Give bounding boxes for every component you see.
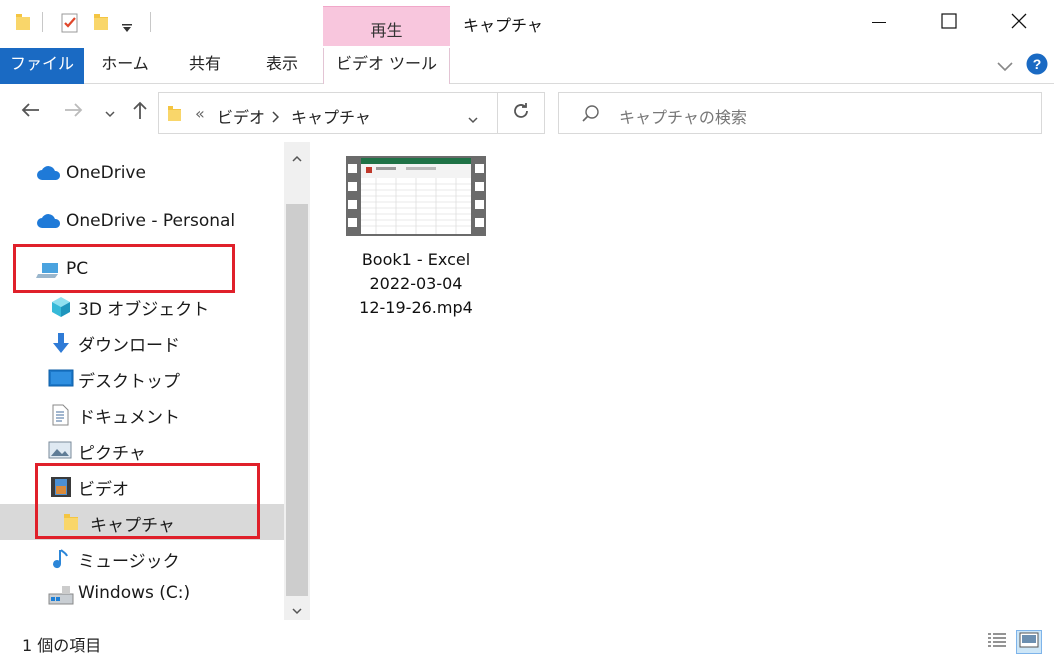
picture-icon bbox=[48, 440, 72, 460]
refresh-button[interactable] bbox=[498, 92, 545, 134]
nav-item-3d-objects[interactable]: 3D オブジェクト bbox=[0, 288, 284, 324]
file-name-line: 2022-03-04 bbox=[369, 274, 463, 293]
nav-item-downloads[interactable]: ダウンロード bbox=[0, 324, 284, 360]
file-name-line: 12-19-26.mp4 bbox=[359, 298, 473, 317]
nav-item-label: OneDrive bbox=[66, 163, 146, 183]
scroll-up-button[interactable] bbox=[284, 144, 310, 170]
file-item[interactable]: Book1 - Excel 2022-03-04 12-19-26.mp4 bbox=[346, 152, 486, 322]
tab-file[interactable]: ファイル bbox=[0, 48, 84, 84]
nav-item-label: ダウンロード bbox=[78, 336, 180, 356]
nav-item-desktop[interactable]: デスクトップ bbox=[0, 360, 284, 396]
nav-item-label: OneDrive - Personal bbox=[66, 211, 236, 231]
up-arrow-icon bbox=[132, 100, 148, 124]
ribbon-tab-bar: ファイル ホーム 共有 表示 ビデオ ツール ? bbox=[0, 46, 1054, 84]
up-button[interactable] bbox=[128, 100, 152, 124]
item-count: 1 個の項目 bbox=[22, 636, 102, 655]
chevron-down-icon bbox=[291, 600, 303, 619]
highlight-box-video-capture bbox=[35, 463, 260, 539]
tab-video-tools[interactable]: ビデオ ツール bbox=[323, 48, 450, 84]
minimize-icon bbox=[872, 14, 886, 33]
expand-ribbon-icon[interactable] bbox=[996, 58, 1014, 77]
highlight-box-pc bbox=[13, 244, 235, 293]
tab-share[interactable]: 共有 bbox=[172, 48, 238, 84]
file-list-area: Book1 - Excel 2022-03-04 12-19-26.mp4 bbox=[312, 142, 1054, 620]
nav-item-label: ピクチャ bbox=[78, 444, 146, 464]
title-bar: 再生 キャプチャ bbox=[0, 0, 1054, 46]
video-thumbnail-icon bbox=[346, 156, 486, 236]
qat-separator bbox=[42, 12, 43, 32]
nav-item-documents[interactable]: ドキュメント bbox=[0, 396, 284, 432]
context-tab-group-label: 再生 bbox=[370, 21, 403, 40]
scroll-down-button[interactable] bbox=[284, 596, 310, 622]
forward-arrow-icon bbox=[64, 102, 84, 122]
cloud-icon bbox=[36, 212, 61, 232]
address-bar[interactable]: « ビデオ キャプチャ bbox=[158, 92, 498, 134]
nav-item-label: 3D オブジェクト bbox=[78, 300, 210, 320]
customize-qat-icon[interactable] bbox=[121, 18, 133, 37]
breadcrumb-item-capture[interactable]: キャプチャ bbox=[291, 104, 371, 128]
help-icon[interactable]: ? bbox=[1026, 53, 1048, 79]
status-bar: 1 個の項目 bbox=[0, 620, 1054, 660]
folder-icon bbox=[167, 104, 183, 126]
nav-item-onedrive-personal[interactable]: OneDrive - Personal bbox=[0, 204, 284, 240]
drive-icon bbox=[48, 584, 74, 605]
breadcrumb-item-video[interactable]: ビデオ bbox=[217, 104, 265, 128]
chevron-down-icon bbox=[104, 103, 116, 122]
nav-item-label: ドキュメント bbox=[78, 408, 180, 428]
file-name: Book1 - Excel 2022-03-04 12-19-26.mp4 bbox=[336, 248, 496, 320]
nav-item-label: Windows (C:) bbox=[78, 583, 191, 603]
chevron-right-icon[interactable] bbox=[271, 108, 280, 127]
large-icons-view-button[interactable] bbox=[1016, 630, 1042, 654]
close-icon bbox=[1011, 13, 1027, 33]
properties-check-icon[interactable] bbox=[60, 12, 80, 38]
search-input[interactable]: キャプチャの検索 bbox=[558, 92, 1042, 134]
forward-button[interactable] bbox=[62, 100, 86, 124]
address-row: « ビデオ キャプチャ キャプチャの検索 bbox=[0, 84, 1054, 142]
close-button[interactable] bbox=[984, 0, 1054, 46]
svg-text:?: ? bbox=[1033, 56, 1042, 72]
refresh-icon bbox=[512, 102, 530, 124]
new-folder-icon[interactable] bbox=[92, 12, 110, 36]
back-button[interactable] bbox=[18, 100, 42, 124]
context-tab-group-header: 再生 bbox=[323, 6, 450, 46]
tab-view[interactable]: 表示 bbox=[250, 48, 314, 84]
nav-scrollbar[interactable] bbox=[284, 142, 310, 620]
desktop-icon bbox=[48, 368, 74, 388]
navigation-pane: OneDrive OneDrive - Personal PC 3D オブジェク… bbox=[0, 142, 312, 620]
cloud-icon bbox=[36, 164, 61, 184]
nav-item-onedrive[interactable]: OneDrive bbox=[0, 156, 284, 192]
chevron-up-icon bbox=[291, 148, 303, 167]
maximize-icon bbox=[941, 13, 957, 33]
search-placeholder: キャプチャの検索 bbox=[619, 108, 747, 127]
back-arrow-icon bbox=[20, 102, 40, 122]
recent-locations-button[interactable] bbox=[98, 100, 122, 124]
document-icon bbox=[50, 404, 72, 426]
chevron-down-icon[interactable] bbox=[467, 109, 479, 128]
large-icons-view-icon bbox=[1019, 632, 1039, 652]
maximize-button[interactable] bbox=[914, 0, 984, 46]
scroll-thumb[interactable] bbox=[286, 204, 308, 596]
minimize-button[interactable] bbox=[844, 0, 914, 46]
tab-home[interactable]: ホーム bbox=[92, 48, 158, 84]
search-icon bbox=[581, 104, 601, 128]
details-view-icon bbox=[987, 631, 1007, 653]
details-view-button[interactable] bbox=[984, 630, 1010, 654]
window-title: キャプチャ bbox=[463, 16, 543, 35]
file-name-line: Book1 - Excel bbox=[361, 250, 471, 269]
cube-icon bbox=[50, 296, 72, 317]
music-note-icon bbox=[50, 548, 72, 569]
qat-separator bbox=[150, 12, 151, 32]
nav-item-music[interactable]: ミュージック bbox=[0, 540, 284, 576]
folder-icon[interactable] bbox=[14, 12, 32, 36]
download-arrow-icon bbox=[50, 332, 72, 353]
nav-item-windows-c[interactable]: Windows (C:) bbox=[0, 576, 284, 612]
nav-item-label: デスクトップ bbox=[78, 372, 180, 392]
nav-item-label: ミュージック bbox=[78, 552, 180, 572]
breadcrumb-overflow[interactable]: « bbox=[195, 104, 205, 123]
